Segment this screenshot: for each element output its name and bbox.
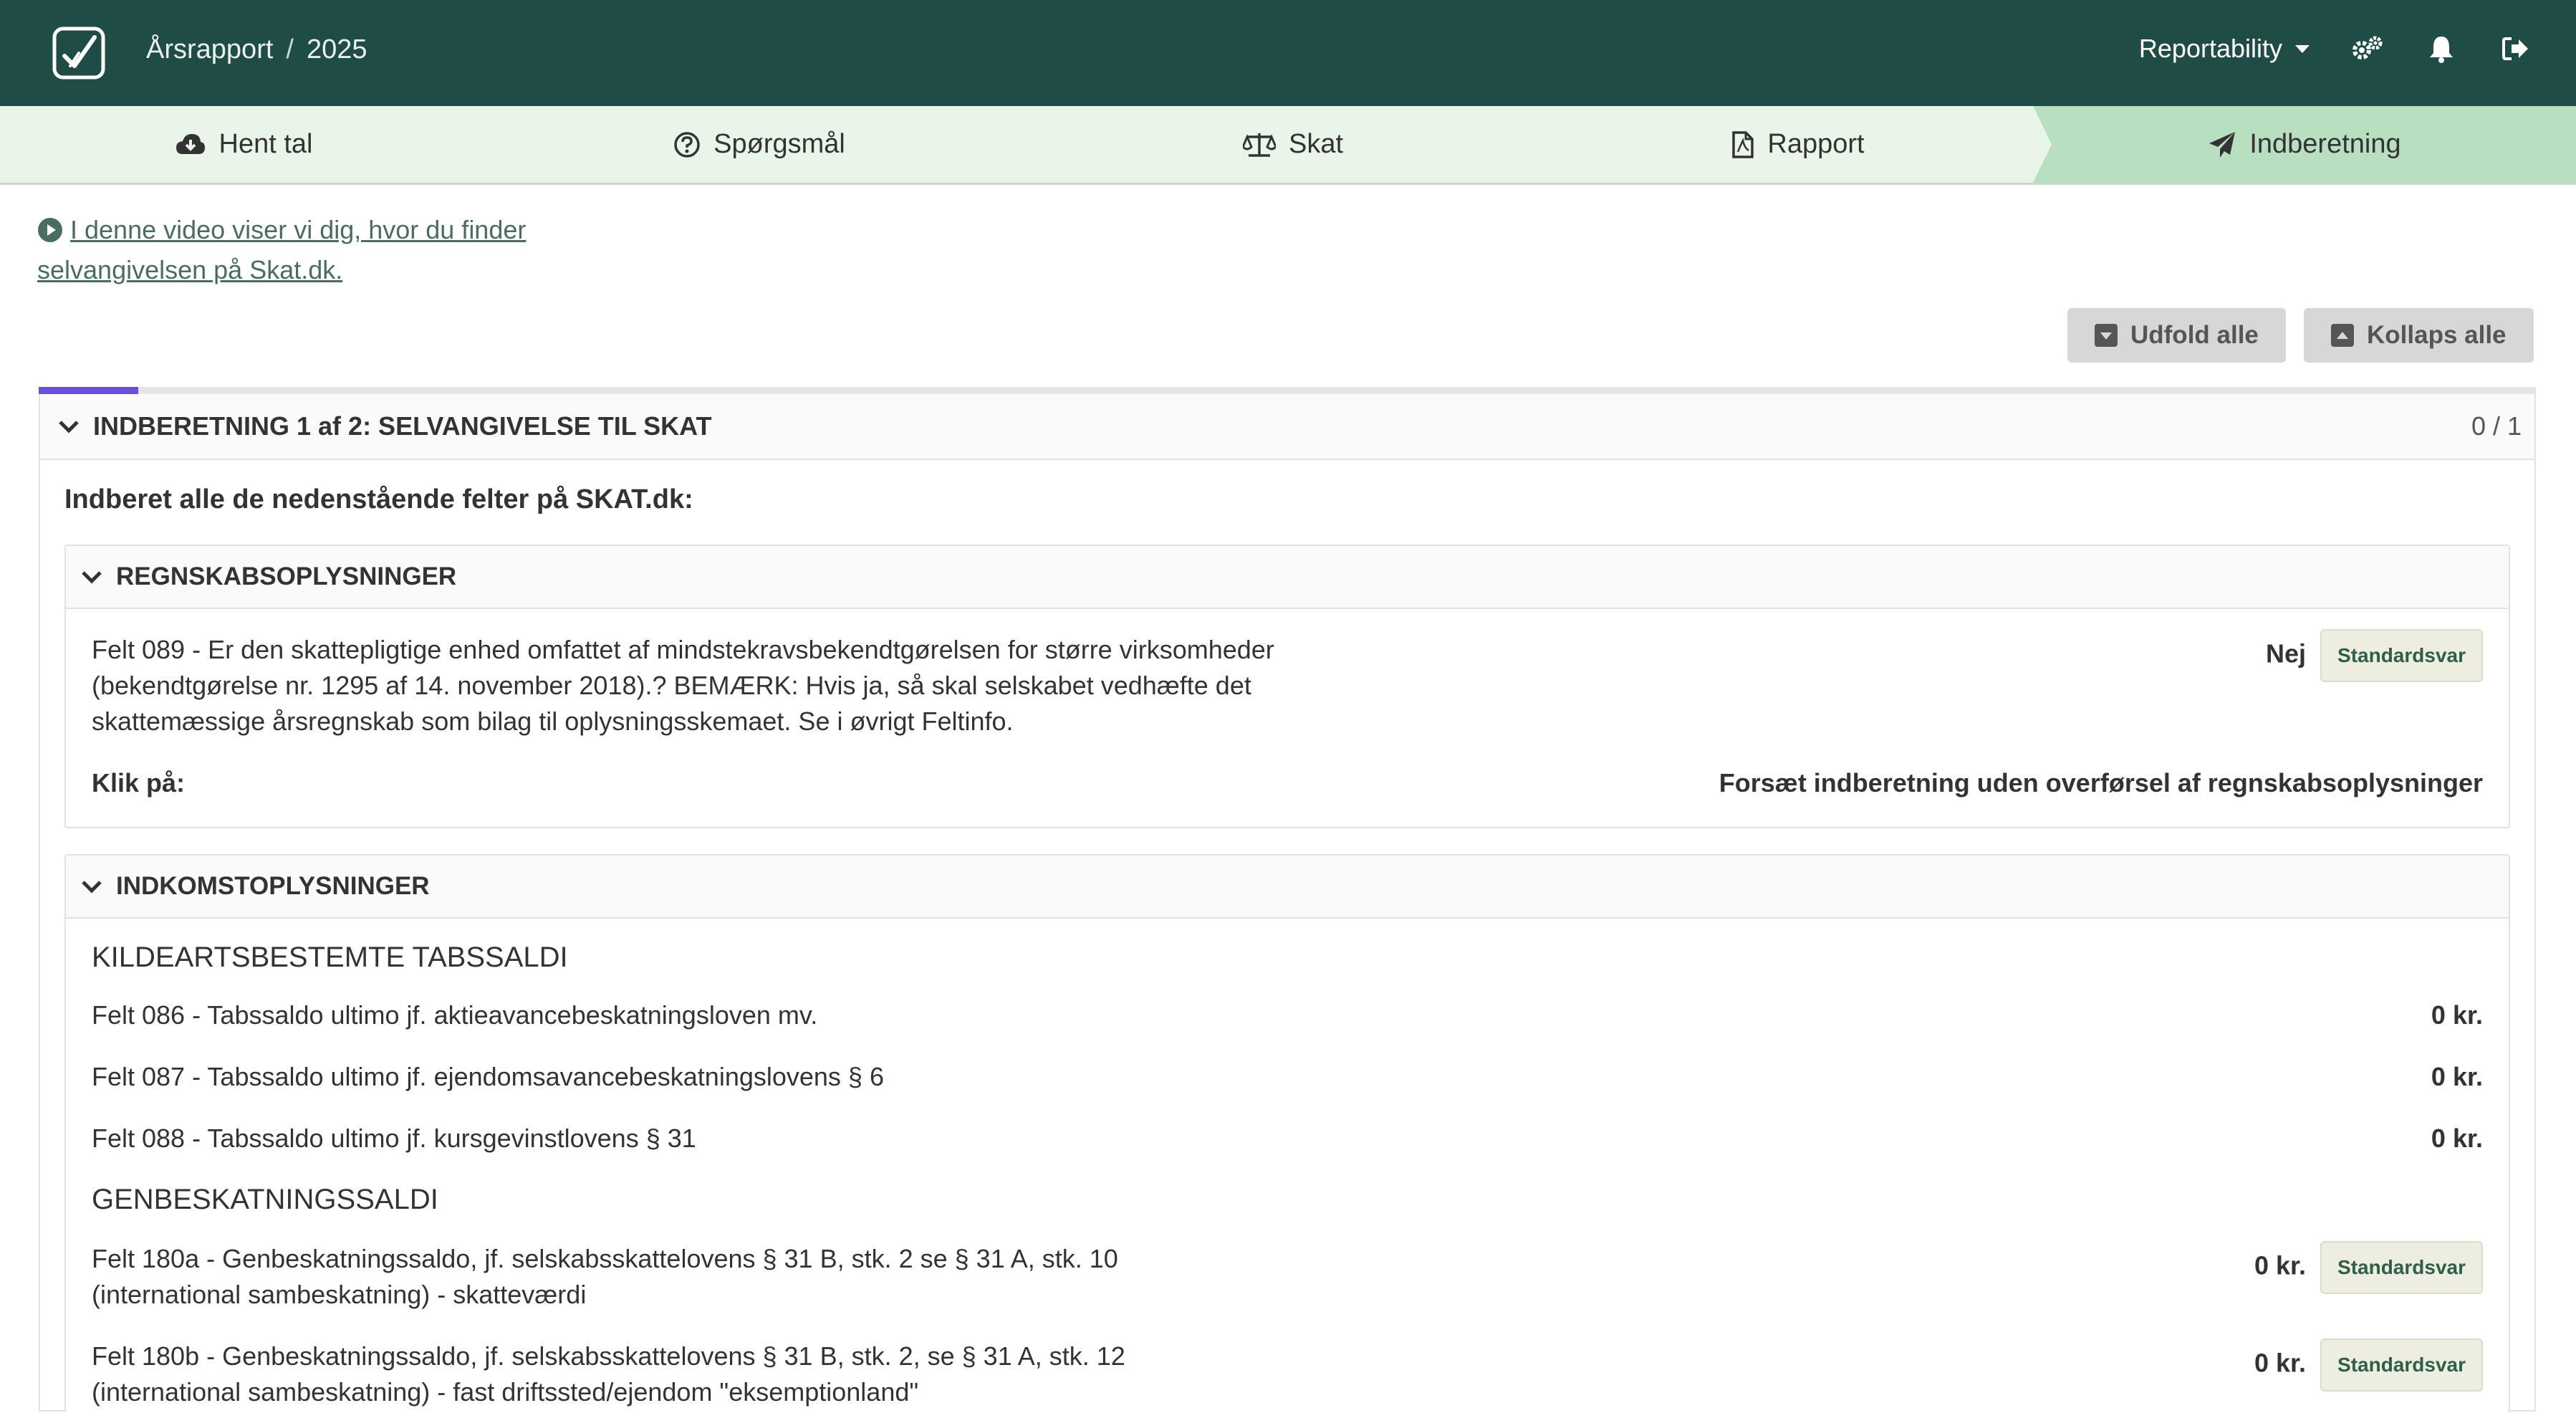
- panel-title: INDBERETNING 1 af 2: SELVANGIVELSE TIL S…: [93, 411, 712, 441]
- caret-down-icon: [2295, 44, 2310, 53]
- section-header[interactable]: REGNSKABSOPLYSNINGER: [66, 546, 2509, 609]
- collapse-all-button[interactable]: Kollaps alle: [2304, 308, 2534, 363]
- subsection-title: GENBESKATNINGSSALDI: [92, 1184, 438, 1215]
- chevron-down-icon: [82, 571, 102, 584]
- field-row: Felt 086 - Tabssaldo ultimo jf. aktieava…: [92, 997, 2483, 1033]
- field-value-group: Nej Standardsvar: [2266, 629, 2483, 682]
- progress-fill: [39, 387, 139, 394]
- default-answer-badge: Standardsvar: [2320, 629, 2483, 682]
- field-row: Felt 089 - Er den skattepligtige enhed o…: [92, 629, 2483, 747]
- paper-plane-icon: [2209, 131, 2236, 158]
- section-indkomstoplysninger: INDKOMSTOPLYSNINGER KILDEARTSBESTEMTE TA…: [64, 854, 2510, 1413]
- panel-intro: Indberet alle de nedenstående felter på …: [64, 484, 693, 514]
- video-link[interactable]: I denne video viser vi dig, hvor du find…: [37, 212, 610, 288]
- field-label: Felt 086 - Tabssaldo ultimo jf. aktieava…: [92, 1000, 818, 1030]
- file-pdf-icon: [1732, 130, 1754, 158]
- field-label: Felt 089 - Er den skattepligtige enhed o…: [92, 635, 1274, 736]
- expand-all-label: Udfold alle: [2130, 321, 2259, 349]
- tab-label: Spørgsmål: [713, 129, 845, 159]
- balance-scale-icon: [1242, 133, 1276, 157]
- top-header: Årsrapport / 2025 Reportability: [0, 0, 2576, 106]
- org-dropdown[interactable]: Reportability: [2139, 34, 2310, 64]
- field-value-group: 0 kr. Standardsvar: [2254, 1338, 2483, 1392]
- field-row: Klik på: Forsæt indberetning uden overfø…: [92, 765, 2483, 801]
- section-title: REGNSKABSOPLYSNINGER: [116, 562, 457, 590]
- question-circle-icon: [674, 131, 700, 158]
- panel-header[interactable]: INDBERETNING 1 af 2: SELVANGIVELSE TIL S…: [39, 394, 2536, 460]
- video-link-text: I denne video viser vi dig, hvor du find…: [37, 215, 527, 284]
- caret-square-down-icon: [2095, 324, 2118, 347]
- step-navigation: Hent tal Spørgsmål Skat Rapport Indberet…: [0, 106, 2576, 185]
- breadcrumb: Årsrapport / 2025: [146, 34, 367, 65]
- default-answer-badge: Standardsvar: [2320, 1241, 2483, 1294]
- field-value: 0 kr.: [2254, 1250, 2307, 1280]
- breadcrumb-separator: /: [286, 34, 294, 64]
- field-label: Felt 180b - Genbeskatningssaldo, jf. sel…: [92, 1341, 1125, 1407]
- section-title: INDKOMSTOPLYSNINGER: [116, 872, 430, 900]
- chevron-down-icon: [59, 421, 79, 434]
- field-value: 0 kr.: [2254, 1348, 2307, 1378]
- tab-label: Hent tal: [218, 129, 313, 159]
- panel-count: 0 / 1: [2471, 411, 2522, 441]
- field-row: Felt 180a - Genbeskatningssaldo, jf. sel…: [92, 1241, 2483, 1313]
- caret-square-up-icon: [2331, 324, 2354, 347]
- field-row: Felt 087 - Tabssaldo ultimo jf. ejendoms…: [92, 1059, 2483, 1095]
- tab-skat[interactable]: Skat: [1032, 106, 1554, 183]
- field-value: 0 kr.: [2431, 1062, 2483, 1091]
- progress-bar: [39, 387, 2536, 394]
- bell-icon[interactable]: [2424, 32, 2459, 66]
- tab-spoergsmaal[interactable]: Spørgsmål: [516, 106, 1003, 183]
- collapse-all-label: Kollaps alle: [2367, 321, 2507, 349]
- org-name: Reportability: [2138, 34, 2282, 63]
- field-value: 0 kr.: [2431, 1124, 2483, 1153]
- chevron-down-icon: [82, 881, 102, 894]
- sign-out-icon[interactable]: [2499, 32, 2533, 66]
- tab-label: Rapport: [1767, 129, 1865, 159]
- breadcrumb-item-report[interactable]: Årsrapport: [146, 34, 273, 65]
- breadcrumb-item-year: 2025: [306, 34, 367, 64]
- field-label: Felt 088 - Tabssaldo ultimo jf. kursgevi…: [92, 1124, 696, 1153]
- field-label: Felt 180a - Genbeskatningssaldo, jf. sel…: [92, 1244, 1118, 1309]
- field-value: Forsæt indberetning uden overførsel af r…: [1719, 768, 2483, 797]
- tab-rapport[interactable]: Rapport: [1554, 106, 2042, 183]
- field-value: 0 kr.: [2431, 1000, 2483, 1030]
- subsection-title: KILDEARTSBESTEMTE TABSSALDI: [92, 942, 568, 973]
- section-header[interactable]: INDKOMSTOPLYSNINGER: [66, 856, 2509, 919]
- logo-check-icon[interactable]: [50, 24, 107, 82]
- tab-label: Skat: [1288, 129, 1344, 159]
- field-label: Felt 087 - Tabssaldo ultimo jf. ejendoms…: [92, 1062, 884, 1091]
- field-row: Felt 088 - Tabssaldo ultimo jf. kursgevi…: [92, 1121, 2483, 1156]
- field-value-group: 0 kr. Standardsvar: [2254, 1241, 2483, 1294]
- play-circle-icon: [37, 216, 63, 252]
- tab-hent-tal[interactable]: Hent tal: [0, 106, 487, 183]
- expand-all-button[interactable]: Udfold alle: [2067, 308, 2286, 363]
- cogs-icon[interactable]: [2350, 32, 2384, 66]
- field-label: Klik på:: [92, 768, 186, 797]
- cloud-download-icon: [176, 133, 205, 154]
- field-row: Felt 180b - Genbeskatningssaldo, jf. sel…: [92, 1338, 2483, 1410]
- section-regnskabsoplysninger: REGNSKABSOPLYSNINGER Felt 089 - Er den s…: [64, 545, 2510, 828]
- default-answer-badge: Standardsvar: [2320, 1338, 2483, 1392]
- tab-indberetning[interactable]: Indberetning: [2033, 106, 2576, 183]
- field-value: Nej: [2265, 638, 2307, 669]
- tab-label: Indberetning: [2249, 129, 2401, 159]
